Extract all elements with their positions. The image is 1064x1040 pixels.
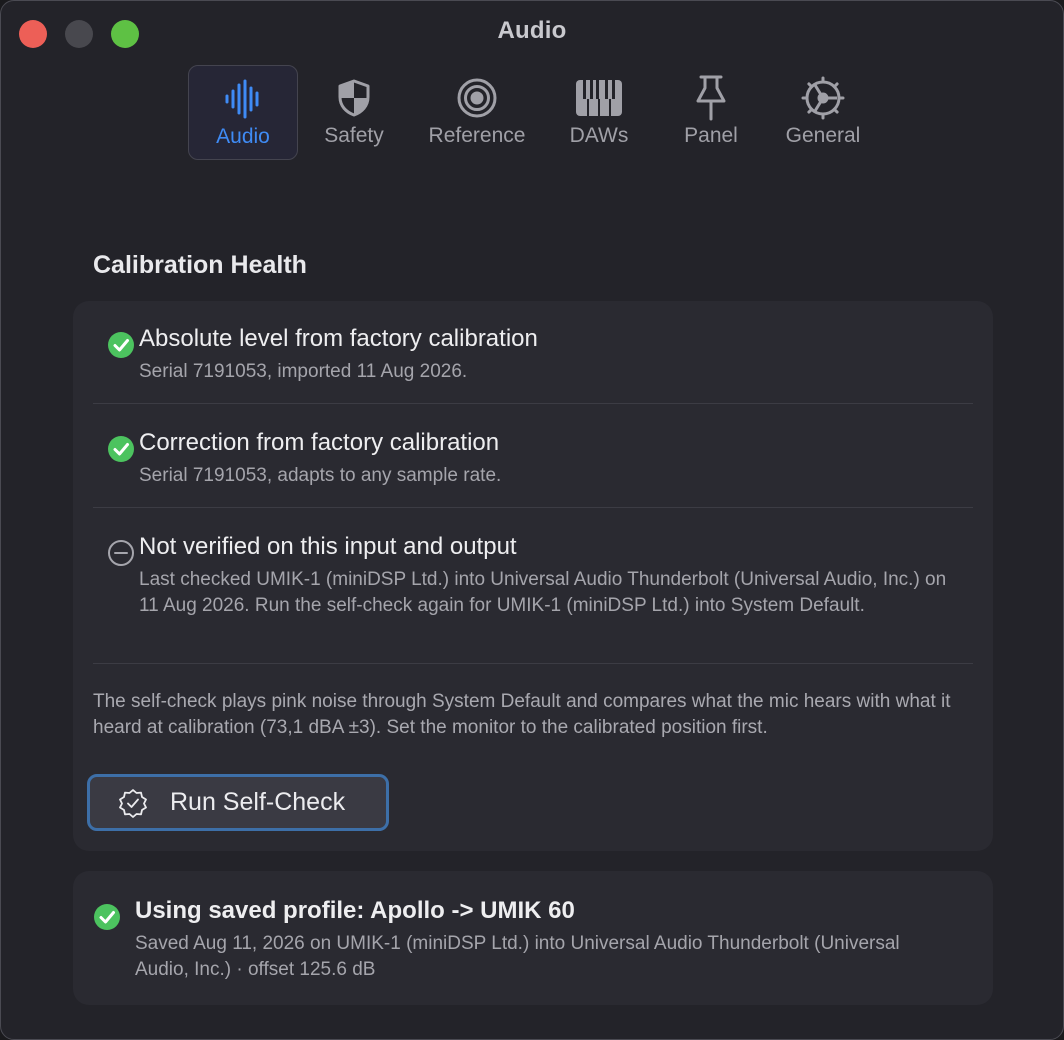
status-row: Absolute level from factory calibration … (93, 325, 973, 395)
settings-window: Audio Audio Safety Reference DAWs Panel … (0, 0, 1064, 1040)
window-title: Audio (497, 17, 567, 44)
status-title: Correction from factory calibration (139, 429, 500, 456)
preferences-toolbar: Audio Safety Reference DAWs Panel Genera… (1, 65, 1063, 161)
run-self-check-button[interactable]: Run Self-Check (87, 774, 389, 831)
divider (93, 663, 973, 664)
pin-icon (694, 75, 728, 121)
calibration-health-card: Absolute level from factory calibration … (73, 301, 993, 851)
tab-panel[interactable]: Panel (671, 65, 751, 160)
self-check-description: The self-check plays pink noise through … (93, 691, 951, 738)
saved-profile-card: Using saved profile: Apollo -> UMIK 60 S… (73, 871, 993, 1005)
status-row: Correction from factory calibration Seri… (93, 429, 973, 499)
status-detail: Serial 7191053, adapts to any sample rat… (139, 465, 502, 486)
tab-reference[interactable]: Reference (417, 65, 537, 160)
profile-title: Using saved profile: Apollo -> UMIK 60 (135, 897, 575, 924)
tab-label: Panel (684, 124, 738, 147)
tab-daws[interactable]: DAWs (559, 65, 639, 160)
status-row: Using saved profile: Apollo -> UMIK 60 S… (79, 897, 973, 987)
status-detail: Last checked UMIK-1 (miniDSP Ltd.) into … (139, 569, 947, 616)
status-title: Absolute level from factory calibration (139, 325, 538, 352)
tab-label: General (785, 124, 861, 147)
divider (93, 507, 973, 508)
target-icon (456, 75, 498, 121)
checkmark-seal-icon (119, 788, 147, 818)
tab-label: DAWs (569, 124, 629, 147)
gear-icon (801, 75, 845, 121)
tab-label: Safety (324, 124, 384, 147)
shield-icon (336, 75, 372, 121)
tab-safety[interactable]: Safety (304, 65, 404, 160)
checkmark-icon (108, 332, 134, 358)
piano-keys-icon (575, 75, 623, 121)
tab-audio[interactable]: Audio (188, 65, 298, 160)
button-label: Run Self-Check (170, 788, 346, 816)
tab-label: Reference (428, 124, 526, 147)
tab-general[interactable]: General (773, 65, 873, 160)
divider (93, 403, 973, 404)
status-detail: Serial 7191053, imported 11 Aug 2026. (139, 361, 468, 382)
tab-label: Audio (216, 125, 270, 148)
section-title: Calibration Health (93, 251, 307, 279)
checkmark-icon (94, 904, 120, 930)
status-title: Not verified on this input and output (139, 533, 517, 560)
waveform-icon (223, 76, 263, 122)
profile-detail: Saved Aug 11, 2026 on UMIK-1 (miniDSP Lt… (135, 933, 900, 980)
minus-circle-icon (108, 540, 134, 566)
checkmark-icon (108, 436, 134, 462)
status-row: Not verified on this input and output La… (93, 533, 973, 643)
